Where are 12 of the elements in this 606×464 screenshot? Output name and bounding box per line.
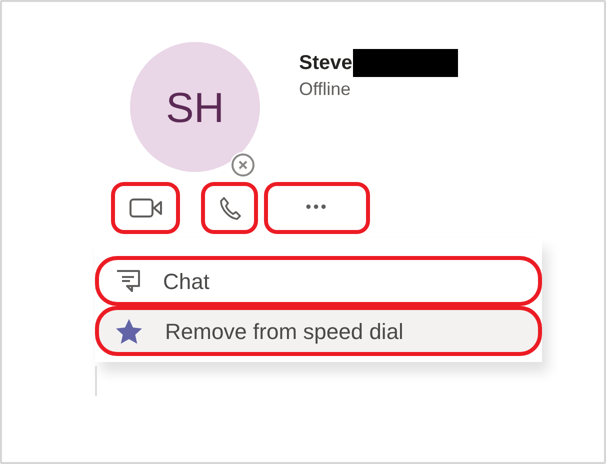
phone-icon <box>218 196 240 220</box>
avatar: SH <box>130 42 260 172</box>
chat-icon <box>115 268 141 294</box>
video-camera-icon <box>128 198 162 218</box>
video-call-button[interactable] <box>115 186 176 230</box>
menu-item[interactable]: Remove from speed dial <box>95 306 542 356</box>
menu-item[interactable]: Chat <box>95 256 542 306</box>
contact-name: Steve <box>299 51 352 76</box>
more-options-button[interactable]: ••• <box>268 186 366 230</box>
status-text: Offline <box>299 78 352 101</box>
audio-call-button[interactable] <box>205 186 254 230</box>
star-icon <box>115 318 143 344</box>
